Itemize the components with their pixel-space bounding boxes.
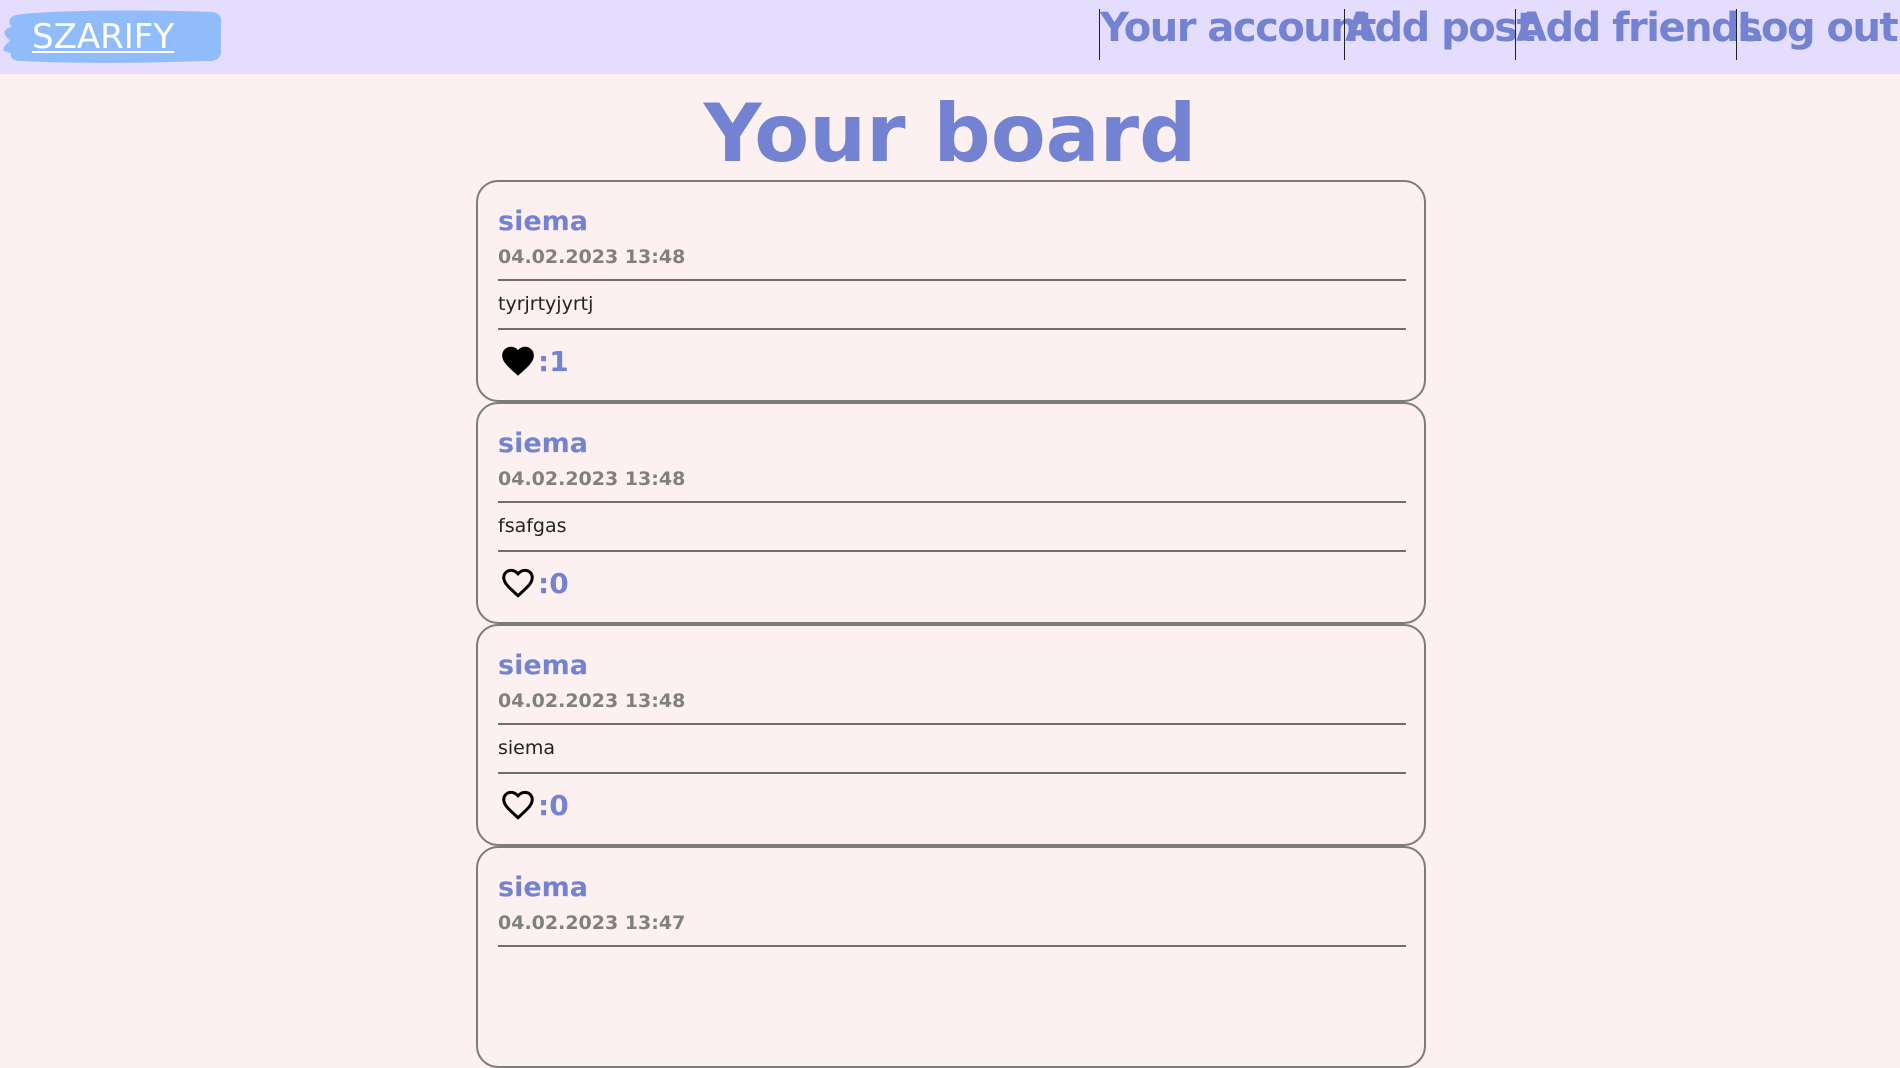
heart-outline-icon[interactable] bbox=[498, 564, 538, 602]
post-date: 04.02.2023 13:48 bbox=[498, 246, 686, 268]
like-row: :0 bbox=[498, 562, 569, 604]
post-card: siema 04.02.2023 13:48 tyrjrtyjyrtj :1 bbox=[476, 180, 1426, 402]
nav-log-out-link[interactable]: Log out bbox=[1737, 0, 1899, 51]
post-author[interactable]: siema bbox=[498, 206, 588, 237]
post-divider bbox=[498, 328, 1406, 330]
post-date: 04.02.2023 13:48 bbox=[498, 468, 686, 490]
post-feed: siema 04.02.2023 13:48 tyrjrtyjyrtj :1 s… bbox=[476, 180, 1426, 1068]
logo-text: SZARIFY bbox=[32, 17, 175, 57]
post-date: 04.02.2023 13:47 bbox=[498, 912, 686, 934]
like-count: :0 bbox=[538, 566, 569, 600]
post-date: 04.02.2023 13:48 bbox=[498, 690, 686, 712]
nav-your-account-link[interactable]: Your account bbox=[1100, 0, 1376, 51]
nav-add-friends-link[interactable]: Add friends bbox=[1516, 0, 1762, 51]
post-body: tyrjrtyjyrtj bbox=[498, 293, 594, 315]
post-author[interactable]: siema bbox=[498, 650, 588, 681]
post-divider bbox=[498, 501, 1406, 503]
top-nav-bar: SZARIFY Your account Add post Add friend… bbox=[0, 0, 1900, 74]
post-divider bbox=[498, 772, 1406, 774]
like-count: :0 bbox=[538, 788, 569, 822]
post-divider bbox=[498, 550, 1406, 552]
post-body: fsafgas bbox=[498, 515, 567, 537]
szarify-logo[interactable]: SZARIFY bbox=[2, 7, 222, 63]
like-count: :1 bbox=[538, 344, 569, 378]
post-divider bbox=[498, 945, 1406, 947]
nav-add-post-link[interactable]: Add post bbox=[1345, 0, 1536, 51]
post-divider bbox=[498, 723, 1406, 725]
heart-filled-icon[interactable] bbox=[498, 342, 538, 380]
page-title: Your board bbox=[703, 87, 1197, 180]
post-author[interactable]: siema bbox=[498, 428, 588, 459]
post-divider bbox=[498, 279, 1406, 281]
post-card: siema 04.02.2023 13:48 fsafgas :0 bbox=[476, 402, 1426, 624]
post-card: siema 04.02.2023 13:48 siema :0 bbox=[476, 624, 1426, 846]
like-row: :0 bbox=[498, 784, 569, 826]
heart-outline-icon[interactable] bbox=[498, 786, 538, 824]
post-author[interactable]: siema bbox=[498, 872, 588, 903]
post-body: siema bbox=[498, 737, 556, 759]
post-card: siema 04.02.2023 13:47 bbox=[476, 846, 1426, 1068]
like-row: :1 bbox=[498, 340, 569, 382]
